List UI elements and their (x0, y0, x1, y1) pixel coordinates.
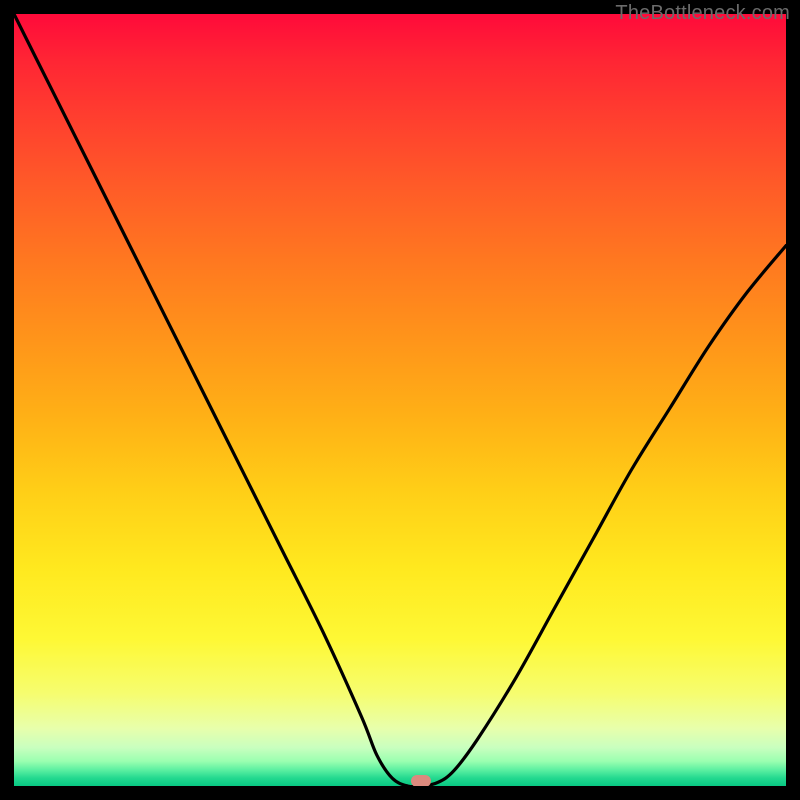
bottleneck-curve (14, 14, 786, 786)
chart-container: TheBottleneck.com (0, 0, 800, 800)
watermark-text: TheBottleneck.com (615, 2, 790, 25)
plot-area (14, 14, 786, 786)
optimum-marker (411, 775, 431, 786)
curve-layer (14, 14, 786, 786)
